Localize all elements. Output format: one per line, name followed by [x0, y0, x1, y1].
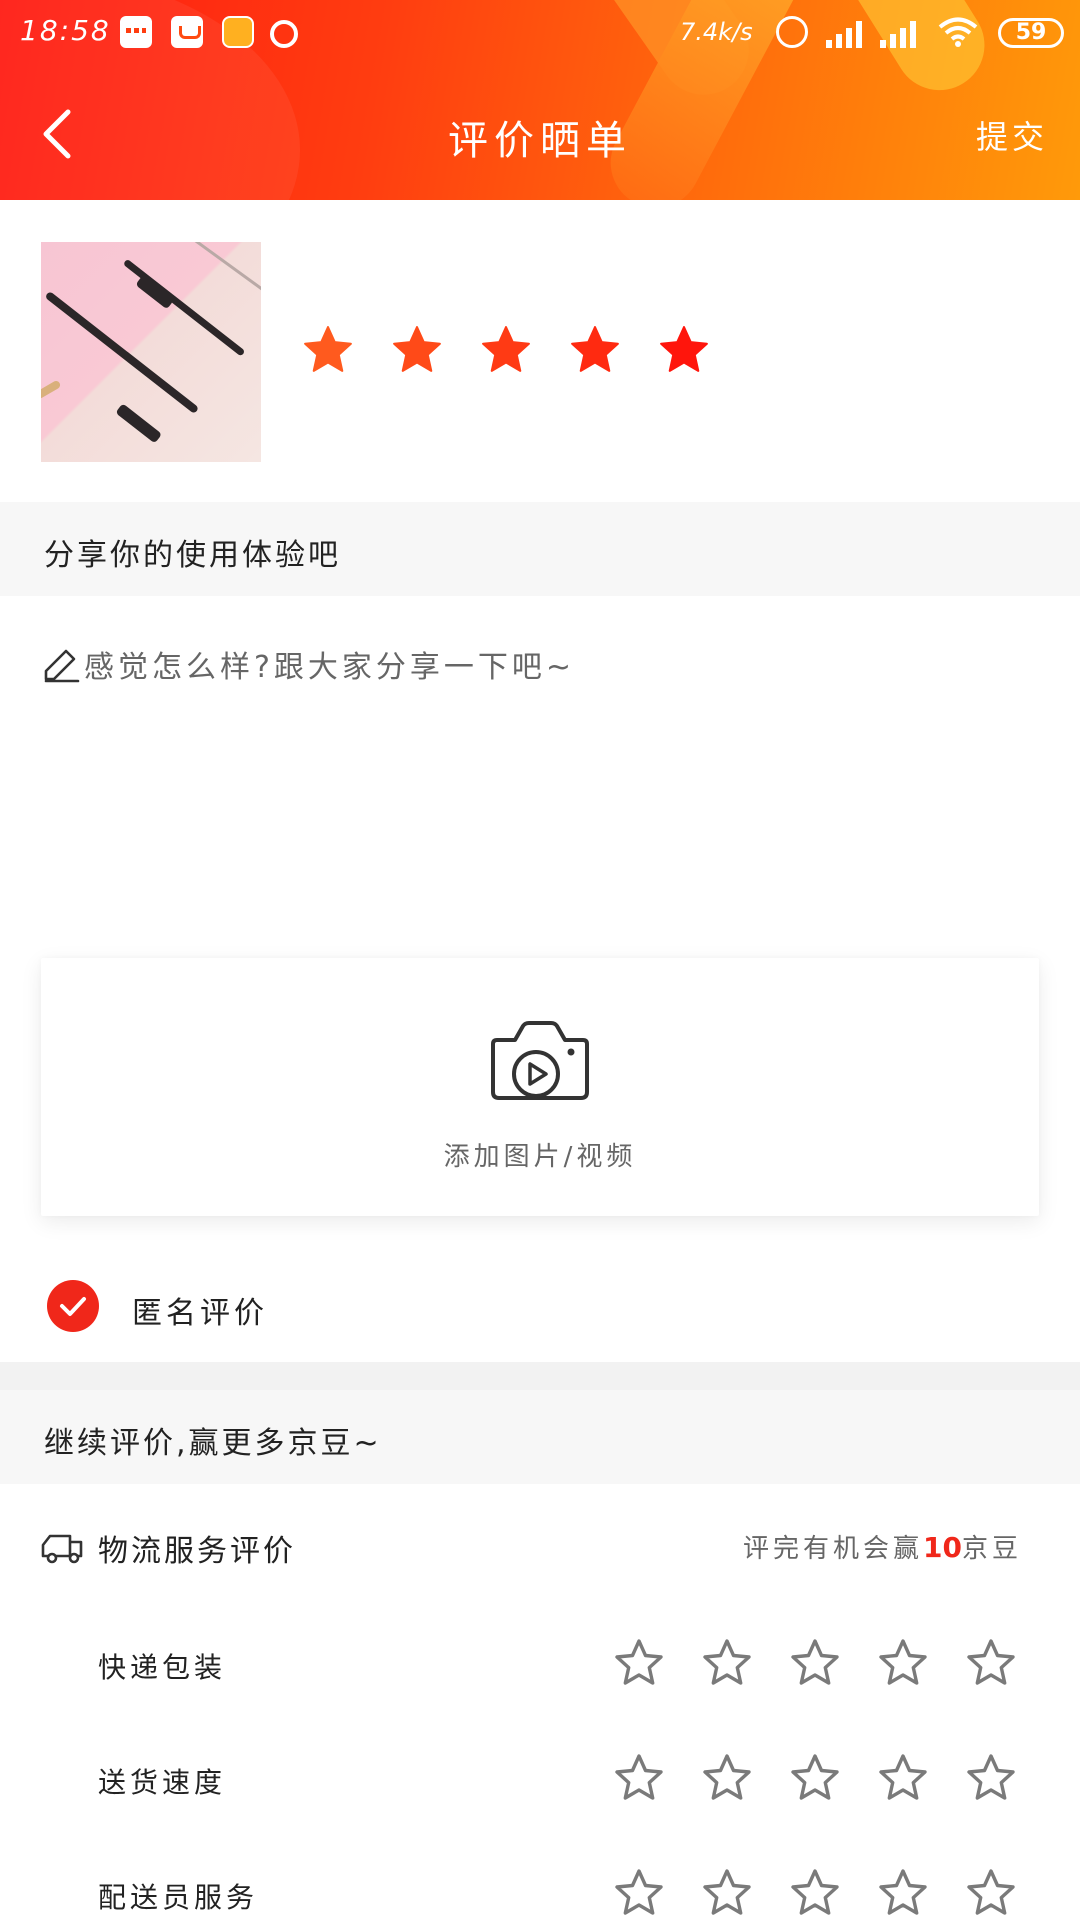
- message-icon: [120, 16, 152, 48]
- rate-row-courier: 配送员服务: [0, 1848, 1080, 1920]
- reward-amount: 10: [923, 1531, 962, 1564]
- star-rating: [614, 1868, 1016, 1918]
- star-outline-icon[interactable]: [966, 1753, 1016, 1803]
- star-filled-icon[interactable]: [658, 324, 710, 376]
- review-area: [0, 598, 1080, 938]
- add-media-label: 添加图片/视频: [443, 1142, 637, 1172]
- rate-row-packaging: 快递包装: [0, 1618, 1080, 1718]
- star-filled-icon[interactable]: [391, 324, 443, 376]
- star-outline-icon[interactable]: [966, 1638, 1016, 1688]
- rate-label: 送货速度: [98, 1766, 227, 1799]
- reward-suffix: 京豆: [961, 1534, 1022, 1564]
- continue-section-title: 继续评价,赢更多京豆~: [44, 1426, 382, 1461]
- battery-icon: 59: [998, 18, 1064, 48]
- reward-prefix: 评完有机会赢: [743, 1534, 924, 1564]
- divider: [0, 1362, 1080, 1390]
- star-outline-icon[interactable]: [614, 1868, 664, 1918]
- star-outline-icon[interactable]: [878, 1638, 928, 1688]
- alarm-app-icon: [270, 20, 298, 48]
- tv-icon: [171, 16, 203, 48]
- page-title: 评价晒单: [448, 118, 632, 164]
- status-time: 18:58: [20, 14, 111, 47]
- star-outline-icon[interactable]: [790, 1753, 840, 1803]
- anonymous-label: 匿名评价: [132, 1296, 268, 1331]
- star-outline-icon[interactable]: [790, 1868, 840, 1918]
- camera-video-icon: [491, 1021, 589, 1100]
- logistics-header: 物流服务评价 评完有机会赢10京豆: [0, 1484, 1080, 1604]
- submit-button[interactable]: 提交: [976, 112, 1048, 158]
- add-media-button[interactable]: 添加图片/视频: [41, 958, 1039, 1216]
- star-filled-icon[interactable]: [480, 324, 532, 376]
- signal-icon: [826, 18, 870, 48]
- product-rating-section: [0, 200, 1080, 502]
- status-bar: 18:58 7.4k/s 59: [0, 0, 1080, 68]
- star-filled-icon[interactable]: [302, 324, 354, 376]
- checkbox-checked-icon[interactable]: [47, 1280, 99, 1332]
- signal-icon: [880, 18, 924, 48]
- wifi-icon: [938, 17, 978, 47]
- star-outline-icon[interactable]: [878, 1868, 928, 1918]
- star-outline-icon[interactable]: [966, 1868, 1016, 1918]
- clock-icon: [776, 16, 808, 48]
- share-section-title: 分享你的使用体验吧: [44, 538, 341, 573]
- truck-icon: [41, 1534, 83, 1564]
- reward-hint: 评完有机会赢10京豆: [743, 1528, 1022, 1565]
- net-speed: 7.4k/s: [680, 18, 753, 46]
- star-outline-icon[interactable]: [614, 1753, 664, 1803]
- star-outline-icon[interactable]: [702, 1638, 752, 1688]
- rate-row-speed: 送货速度: [0, 1733, 1080, 1833]
- app-icon: [222, 16, 254, 48]
- star-outline-icon[interactable]: [878, 1753, 928, 1803]
- product-image: [41, 242, 261, 462]
- star-outline-icon[interactable]: [702, 1753, 752, 1803]
- rate-label: 配送员服务: [98, 1881, 259, 1914]
- rate-label: 快递包装: [98, 1651, 227, 1684]
- star-rating: [614, 1638, 1016, 1688]
- star-outline-icon[interactable]: [790, 1638, 840, 1688]
- star-rating: [614, 1753, 1016, 1803]
- continue-section-header: 继续评价,赢更多京豆~: [0, 1390, 1080, 1484]
- review-input[interactable]: [84, 642, 1024, 692]
- logistics-title: 物流服务评价: [98, 1534, 296, 1569]
- star-outline-icon[interactable]: [702, 1868, 752, 1918]
- star-outline-icon[interactable]: [614, 1638, 664, 1688]
- star-filled-icon[interactable]: [569, 324, 621, 376]
- nav-bar: 评价晒单 提交: [0, 68, 1080, 200]
- anonymous-toggle[interactable]: 匿名评价: [0, 1262, 1080, 1362]
- product-star-rating: [302, 324, 710, 376]
- share-section-header: 分享你的使用体验吧: [0, 502, 1080, 596]
- edit-icon: [44, 649, 80, 683]
- header: 18:58 7.4k/s 59 评价晒单 提交: [0, 0, 1080, 200]
